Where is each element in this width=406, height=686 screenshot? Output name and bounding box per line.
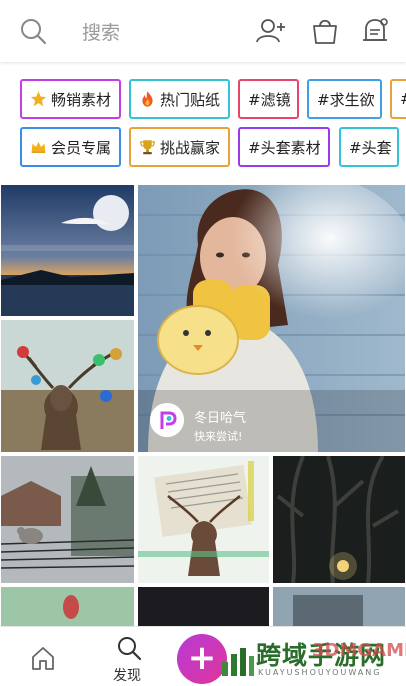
add-user-icon[interactable] [254,14,288,48]
image-tile-dove-wires[interactable] [1,456,134,583]
image-tile-dark-trees[interactable] [273,456,405,583]
watermark-logo-icon [222,648,254,676]
tag-label: #求生欲 [317,90,375,109]
watermark-subtitle: KUAYUSHOUYOUWANG [258,668,382,677]
search-input[interactable]: 搜索 [82,18,120,45]
tag-label: #头套 [349,138,392,157]
tag-label: # [400,90,406,108]
tag-label: 畅销素材 [50,90,111,109]
tag-challenge-winner[interactable]: 挑战赢家 [129,127,230,167]
watermark-badge: 3DMGAME [312,640,406,661]
tag-survival[interactable]: #求生欲 [307,79,382,119]
tag-label: 热门贴纸 [159,90,220,109]
promo-tile-winter-breath[interactable]: 冬日哈气 快来尝试! [138,185,405,452]
tag-vip[interactable]: 会员专属 [20,127,121,167]
search-icon[interactable] [19,17,47,45]
tag-filters[interactable]: #滤镜 [238,79,299,119]
tag-hot-stickers[interactable]: 热门贴纸 [129,79,230,119]
image-tile-dark-night[interactable] [138,587,269,626]
tag-label: 挑战赢家 [159,138,220,157]
image-tile-deer-ornaments[interactable] [1,320,134,452]
tag-row-2: 会员专属 挑战赢家 #头套素材 #头套 [0,127,406,167]
fire-icon [142,91,153,107]
home-icon[interactable] [30,645,56,671]
image-tile-machine[interactable] [273,587,405,626]
tag-headgear[interactable]: #头套 [339,127,399,167]
picsart-logo-icon [150,403,184,437]
shop-bag-icon[interactable] [308,14,342,48]
tag-label: #头套素材 [248,138,321,157]
watermark-overlay: 跨域手游网 3DMGAME KUAYUSHOUYOUWANG [216,632,406,686]
image-tile-deer-collage[interactable] [138,456,269,583]
nav-discover-label[interactable]: 发现 [113,665,141,685]
image-tile-green-bird[interactable] [1,587,134,626]
promo-title: 冬日哈气 [194,411,247,426]
discover-search-icon[interactable] [116,635,142,661]
image-tile-seaside[interactable] [1,185,134,316]
trophy-icon [140,140,155,155]
tag-label: 会员专属 [50,138,111,157]
star-icon [30,91,47,107]
top-bar: 搜索 [0,0,406,62]
promo-subtitle: 快来尝试! [194,430,243,443]
tag-more[interactable]: # [390,79,406,119]
crown-icon [31,141,46,153]
tag-row-1: 畅销素材 热门贴纸 #滤镜 #求生欲 # [0,79,406,119]
tag-label: #滤镜 [248,90,291,109]
notification-bell-icon[interactable] [358,14,392,48]
tag-bestseller[interactable]: 畅销素材 [20,79,121,119]
tag-headgear-material[interactable]: #头套素材 [238,127,330,167]
